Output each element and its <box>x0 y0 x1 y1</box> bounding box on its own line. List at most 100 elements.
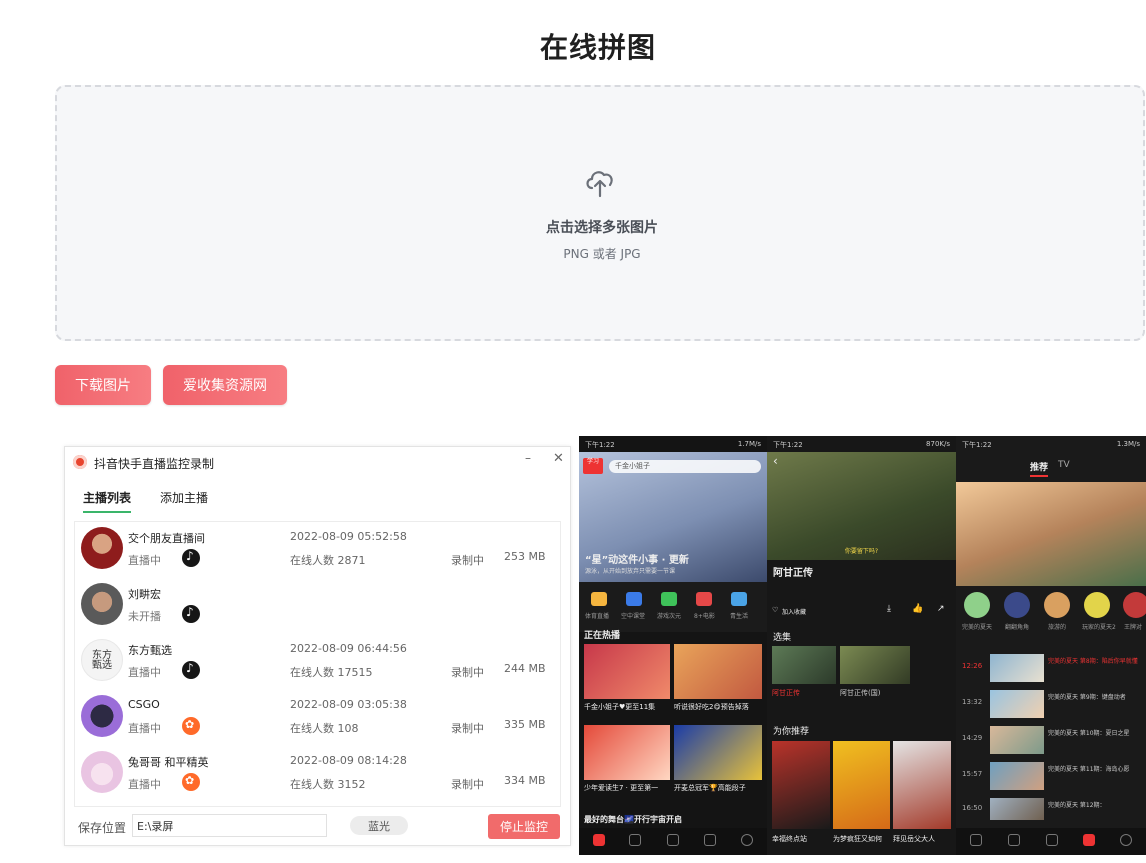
tab-recommend[interactable]: 推荐 <box>1030 460 1049 477</box>
phone-screenshot-tv-schedule: 下午1:22 1.3M/s 推荐 TV 完美的夏天 翻翻角角 旅游的 玩家的夏天… <box>956 436 1146 855</box>
sports-icon[interactable] <box>591 592 607 606</box>
nav-icon[interactable] <box>741 834 753 846</box>
avatar <box>81 583 123 625</box>
streamer-list: 交个朋友直播间 直播中 2022-08-09 05:52:58 在线人数 287… <box>74 521 561 807</box>
category-label: 青生活 <box>730 613 749 620</box>
classroom-icon[interactable] <box>626 592 642 606</box>
stop-monitor-button[interactable]: 停止监控 <box>488 814 560 839</box>
schedule-item[interactable]: 12:26 完美的夏天 第8期：陷后你早就懂 <box>956 652 1146 684</box>
schedule-thumbnail <box>990 654 1044 682</box>
section-title: 正在热播 <box>584 631 621 641</box>
kuaishou-icon <box>182 717 200 735</box>
upload-dropzone[interactable]: 点击选择多张图片 PNG 或者 JPG <box>55 85 1145 341</box>
streamer-name: 交个朋友直播间 <box>128 532 205 545</box>
favorite-icon[interactable]: ♡ <box>772 606 778 614</box>
channel-avatar[interactable] <box>1084 592 1110 618</box>
nav-icon[interactable] <box>1046 834 1058 846</box>
avatar <box>81 527 123 569</box>
channel-label: 王牌对 <box>1124 624 1143 631</box>
schedule-item[interactable]: 14:29 完美的夏天 第10期：夏日之星 <box>956 724 1146 756</box>
video-player[interactable] <box>767 452 956 560</box>
tab-streamer-list[interactable]: 主播列表 <box>83 489 132 513</box>
list-item[interactable]: CSGO 直播中 2022-08-09 03:05:38 在线人数 108 录制… <box>75 690 560 746</box>
nav-icon[interactable] <box>970 834 982 846</box>
streamer-status: 直播中 <box>128 554 161 567</box>
phone-screenshot-movie-detail: 下午1:22 870K/s ‹ 你要留下吗? 阿甘正传 ♡ 加入收藏 ⤓ 👍 ↗… <box>767 436 956 855</box>
schedule-title: 完美的夏天 第11期：海岛心愿 <box>1048 766 1130 773</box>
dropzone-subtitle: PNG 或者 JPG <box>563 247 641 261</box>
video-thumbnail[interactable] <box>674 725 762 780</box>
schedule-thumbnail <box>990 690 1044 718</box>
episode-thumbnail[interactable] <box>772 646 836 684</box>
avatar: 东方 甄选 <box>81 639 123 681</box>
list-item[interactable]: 兔哥哥 和平精英 直播中 2022-08-09 08:14:28 在线人数 31… <box>75 746 560 802</box>
minimize-icon[interactable]: – <box>525 451 531 465</box>
tab-add-streamer[interactable]: 添加主播 <box>160 489 208 506</box>
status-network: 1.3M/s <box>1116 440 1140 448</box>
status-time: 下午1:22 <box>585 441 615 449</box>
category-label: 游戏次元 <box>657 613 682 620</box>
viewer-count: 在线人数 17515 <box>290 666 373 679</box>
streamer-name: 刘畊宏 <box>128 588 161 601</box>
schedule-time: 15:57 <box>962 770 983 778</box>
nav-icon[interactable] <box>667 834 679 846</box>
channel-avatar[interactable] <box>964 592 990 618</box>
record-status: 录制中 <box>451 666 484 679</box>
download-icon[interactable]: ⤓ <box>887 604 891 614</box>
status-time: 下午1:22 <box>773 441 803 449</box>
record-status: 录制中 <box>451 778 484 791</box>
movie-title: 阿甘正传 <box>773 568 813 579</box>
channel-avatar[interactable] <box>1044 592 1070 618</box>
like-icon[interactable]: 👍 <box>912 604 923 614</box>
viewer-count: 在线人数 108 <box>290 722 359 735</box>
bottom-nav <box>956 828 1146 855</box>
life-icon[interactable] <box>731 592 747 606</box>
file-size: 253 MB <box>504 550 546 563</box>
episode-thumbnail[interactable] <box>840 646 910 684</box>
douyin-icon <box>182 605 200 623</box>
download-image-button[interactable]: 下载图片 <box>55 365 151 405</box>
channel-avatar[interactable] <box>1004 592 1030 618</box>
game-icon[interactable] <box>661 592 677 606</box>
video-thumbnail[interactable] <box>674 644 762 699</box>
channel-label: 旅游的 <box>1048 624 1067 631</box>
movie-poster[interactable] <box>893 741 951 829</box>
schedule-item[interactable]: 13:32 完美的夏天 第9期：键盘动者 <box>956 688 1146 720</box>
movie-poster[interactable] <box>833 741 890 829</box>
list-item[interactable]: 刘畊宏 未开播 <box>75 578 560 634</box>
viewer-count: 在线人数 3152 <box>290 778 366 791</box>
video-player[interactable] <box>956 482 1146 586</box>
record-status: 录制中 <box>451 554 484 567</box>
file-size: 244 MB <box>504 662 546 675</box>
tv-icon[interactable] <box>1083 834 1095 846</box>
video-title: 千金小姐子♥更至11集 <box>584 703 656 711</box>
streamer-name: 兔哥哥 和平精英 <box>128 756 209 769</box>
resource-site-button[interactable]: 爱收集资源网 <box>163 365 287 405</box>
streamer-status: 直播中 <box>128 778 161 791</box>
nav-icon[interactable] <box>1008 834 1020 846</box>
home-icon[interactable] <box>593 834 605 846</box>
movie-title: 为梦疯狂又如何 <box>833 835 882 843</box>
avatar <box>81 751 123 793</box>
video-thumbnail[interactable] <box>584 644 670 699</box>
category-label: 8+电影 <box>694 613 715 620</box>
tab-tv[interactable]: TV <box>1058 460 1070 470</box>
movie-poster[interactable] <box>772 741 830 829</box>
list-item[interactable]: 交个朋友直播间 直播中 2022-08-09 05:52:58 在线人数 287… <box>75 522 560 578</box>
schedule-item[interactable]: 15:57 完美的夏天 第11期：海岛心愿 <box>956 760 1146 792</box>
blue-ray-button[interactable]: 蓝光 <box>350 816 408 835</box>
save-path-input[interactable] <box>132 814 327 837</box>
back-icon[interactable]: ‹ <box>773 454 778 468</box>
share-icon[interactable]: ↗ <box>937 604 945 614</box>
nav-icon[interactable] <box>1120 834 1132 846</box>
nav-icon[interactable] <box>704 834 716 846</box>
video-thumbnail[interactable] <box>584 725 670 780</box>
schedule-item[interactable]: 16:50 完美的夏天 第12期： <box>956 796 1146 822</box>
close-icon[interactable]: ✕ <box>553 451 564 466</box>
channel-avatar[interactable] <box>1123 592 1146 618</box>
search-input[interactable]: 千金小姐子 <box>609 460 761 473</box>
list-item[interactable]: 东方甄选 东方甄选 直播中 2022-08-09 06:44:56 在线人数 1… <box>75 634 560 690</box>
nav-icon[interactable] <box>629 834 641 846</box>
movie-icon[interactable] <box>696 592 712 606</box>
video-title: 开麦总冠军🏆高能段子 <box>674 784 746 792</box>
